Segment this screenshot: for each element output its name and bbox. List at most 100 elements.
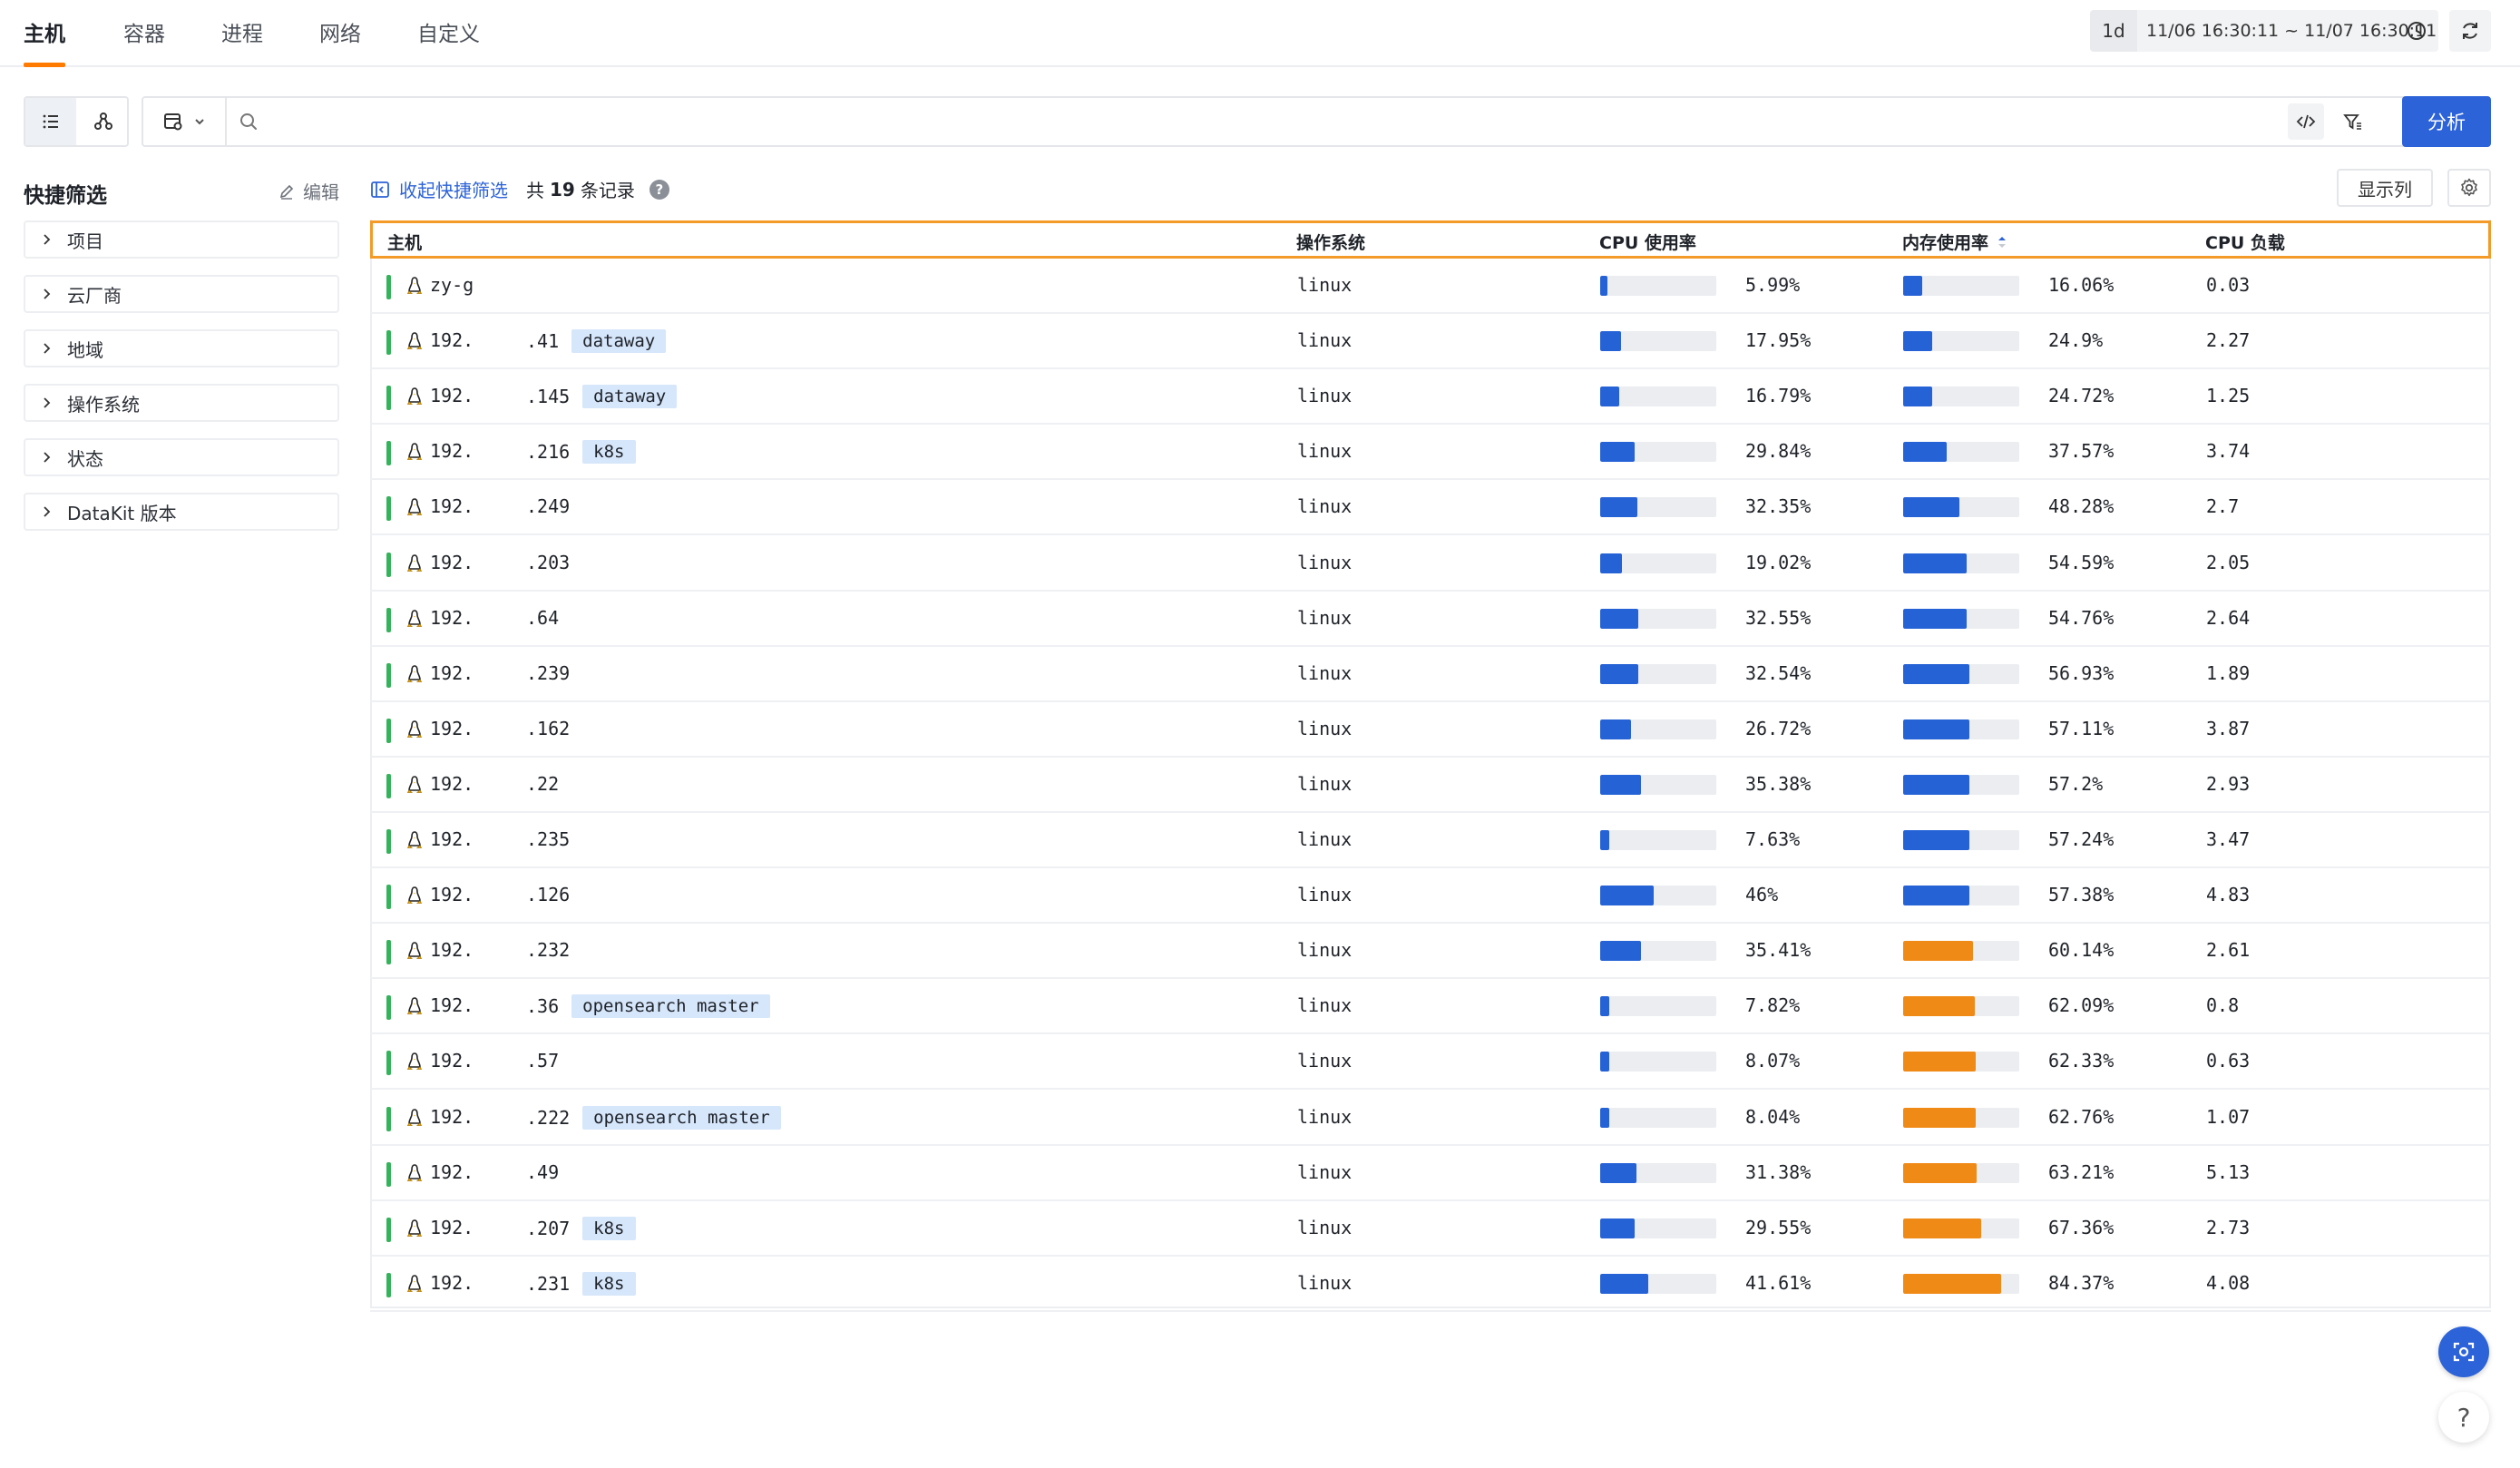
time-range-picker[interactable]: 1d 11/06 16:30:11 ~ 11/07 16:30:11 [2090, 10, 2438, 52]
host-name[interactable]: 192. [430, 1050, 474, 1072]
search-input[interactable] [270, 102, 2266, 142]
table-row[interactable]: 192. .49 linux 31.38% 63.21% 5.13 [370, 1146, 2491, 1201]
table-row[interactable]: 192. .126 linux 46% 57.38% 4.83 [370, 868, 2491, 925]
mem-usage-bar [1903, 830, 2019, 850]
host-name[interactable]: 192. [430, 385, 474, 406]
host-name-detail: .232 [526, 939, 570, 961]
table-row[interactable]: 192. .249 linux 32.35% 48.28% 2.7 [370, 480, 2491, 536]
tab-process[interactable]: 进程 [221, 16, 263, 67]
table-row[interactable]: 192. .207 k8s linux 29.55% 67.36% 2.73 [370, 1201, 2491, 1257]
table-settings-button[interactable] [2447, 169, 2491, 207]
host-tag[interactable]: k8s [582, 1216, 636, 1240]
column-header-cpu[interactable]: CPU 使用率 [1599, 230, 1696, 254]
tab-container[interactable]: 容器 [123, 16, 165, 67]
host-name[interactable]: 192. [430, 1272, 474, 1294]
mem-usage-bar [1903, 1052, 2019, 1072]
table-header: 主机 操作系统 CPU 使用率 内存使用率 CPU 负载 [370, 220, 2491, 259]
mem-usage-bar [1903, 663, 2019, 684]
tab-host[interactable]: 主机 [24, 16, 65, 67]
cpu-usage-value: 8.04% [1745, 1105, 1801, 1128]
list-view-button[interactable] [25, 98, 76, 145]
table-row[interactable]: 192. .145 dataway linux 16.79% 24.72% 1.25 [370, 369, 2491, 426]
host-name[interactable]: 192. [430, 1217, 474, 1238]
analyze-button[interactable]: 分析 [2402, 96, 2491, 147]
host-name[interactable]: 192. [430, 718, 474, 739]
quick-filter-item[interactable]: 状态 [24, 438, 339, 476]
host-name[interactable]: 192. [430, 329, 474, 351]
cpu-load-value: 2.93 [2206, 772, 2251, 795]
os-value: linux [1297, 495, 1353, 518]
host-name[interactable]: 192. [430, 884, 474, 905]
table-row[interactable]: zy-g linux 5.99% 16.06% 0.03 [370, 259, 2491, 314]
table-row[interactable]: 192. .235 linux 7.63% 57.24% 3.47 [370, 813, 2491, 868]
host-name[interactable]: 192. [430, 662, 474, 684]
table-row[interactable]: 192. .41 dataway linux 17.95% 24.9% 2.27 [370, 314, 2491, 370]
table-row[interactable]: 192. .239 linux 32.54% 56.93% 1.89 [370, 647, 2491, 702]
host-tag[interactable]: k8s [582, 1271, 636, 1296]
host-name[interactable]: 192. [430, 994, 474, 1016]
table-row[interactable]: 192. .22 linux 35.38% 57.2% 2.93 [370, 758, 2491, 813]
host-tag[interactable]: opensearch master [582, 1105, 781, 1130]
host-name[interactable]: 192. [430, 495, 474, 517]
tab-network[interactable]: 网络 [319, 16, 361, 67]
table-row[interactable]: 192. .162 linux 26.72% 57.11% 3.87 [370, 702, 2491, 758]
quick-filter-edit-button[interactable]: 编辑 [278, 178, 339, 204]
host-name[interactable]: 192. [430, 773, 474, 795]
table-row[interactable]: 192. .216 k8s linux 29.84% 37.57% 3.74 [370, 425, 2491, 481]
host-tag[interactable]: k8s [582, 440, 636, 465]
column-header-host[interactable]: 主机 [387, 230, 422, 254]
host-name[interactable]: 192. [430, 1161, 474, 1183]
time-range-shortcut[interactable]: 1d [2090, 10, 2137, 52]
column-header-load[interactable]: CPU 负载 [2205, 230, 2285, 254]
host-name[interactable]: 192. [430, 828, 474, 850]
table-row[interactable]: 192. .231 k8s linux 41.61% 84.37% 4.08 [370, 1257, 2491, 1312]
host-tag[interactable]: opensearch master [571, 994, 770, 1019]
quick-filter-item-label: 项目 [67, 230, 103, 252]
quick-filter-item[interactable]: 地域 [24, 329, 339, 367]
host-name-detail: .231 k8s [526, 1271, 636, 1296]
host-name[interactable]: 192. [430, 440, 474, 462]
host-name[interactable]: 192. [430, 552, 474, 573]
host-name[interactable]: 192. [430, 939, 474, 961]
table-row[interactable]: 192. .203 linux 19.02% 54.59% 2.05 [370, 536, 2491, 592]
host-name-suffix: .49 [526, 1160, 560, 1183]
query-code-button[interactable] [2288, 103, 2324, 140]
table-row[interactable]: 192. .222 opensearch master linux 8.04% 62.76… [370, 1091, 2491, 1146]
help-button[interactable]: ? [2438, 1392, 2489, 1443]
os-value: linux [1297, 1271, 1353, 1294]
column-header-mem[interactable]: 内存使用率 [1902, 230, 2008, 254]
cpu-usage-bar-fill [1600, 1052, 1610, 1072]
mem-usage-bar-fill [1903, 608, 1968, 629]
host-name-suffix: .126 [526, 884, 571, 906]
status-indicator [386, 995, 391, 1021]
column-header-mem-label: 内存使用率 [1902, 233, 1989, 253]
collapse-quick-filter-button[interactable]: 收起快捷筛选 [370, 176, 508, 202]
host-name[interactable]: 192. [430, 1106, 474, 1128]
ai-assistant-button[interactable] [2438, 1326, 2489, 1377]
refresh-button[interactable] [2449, 10, 2491, 52]
table-row[interactable]: 192. .57 linux 8.07% 62.33% 0.63 [370, 1034, 2491, 1091]
host-name-detail: .216 k8s [526, 440, 636, 465]
host-name-detail: .64 [526, 607, 559, 629]
display-columns-button[interactable]: 显示列 [2337, 169, 2433, 207]
filter-button[interactable] [2335, 103, 2371, 140]
topology-icon [94, 113, 112, 130]
table-row[interactable]: 192. .36 opensearch master linux 7.82% 62.09%… [370, 979, 2491, 1035]
quick-filter-item[interactable]: 项目 [24, 220, 339, 259]
host-tag[interactable]: dataway [571, 329, 667, 354]
topology-view-button[interactable] [78, 98, 129, 145]
host-name[interactable]: zy-g [430, 274, 474, 296]
cpu-usage-value: 32.54% [1745, 661, 1812, 684]
host-tag[interactable]: dataway [582, 385, 678, 409]
tab-custom[interactable]: 自定义 [417, 16, 480, 67]
status-indicator [386, 1217, 391, 1242]
quick-filter-item[interactable]: 云厂商 [24, 275, 339, 313]
host-name[interactable]: 192. [430, 607, 474, 629]
column-header-os[interactable]: 操作系统 [1296, 230, 1365, 254]
table-row[interactable]: 192. .232 linux 35.41% 60.14% 2.61 [370, 924, 2491, 980]
help-icon[interactable]: ? [649, 179, 669, 200]
data-source-selector[interactable] [143, 98, 227, 145]
quick-filter-item[interactable]: 操作系统 [24, 384, 339, 422]
table-row[interactable]: 192. .64 linux 32.55% 54.76% 2.64 [370, 592, 2491, 647]
quick-filter-item[interactable]: DataKit 版本 [24, 493, 339, 531]
